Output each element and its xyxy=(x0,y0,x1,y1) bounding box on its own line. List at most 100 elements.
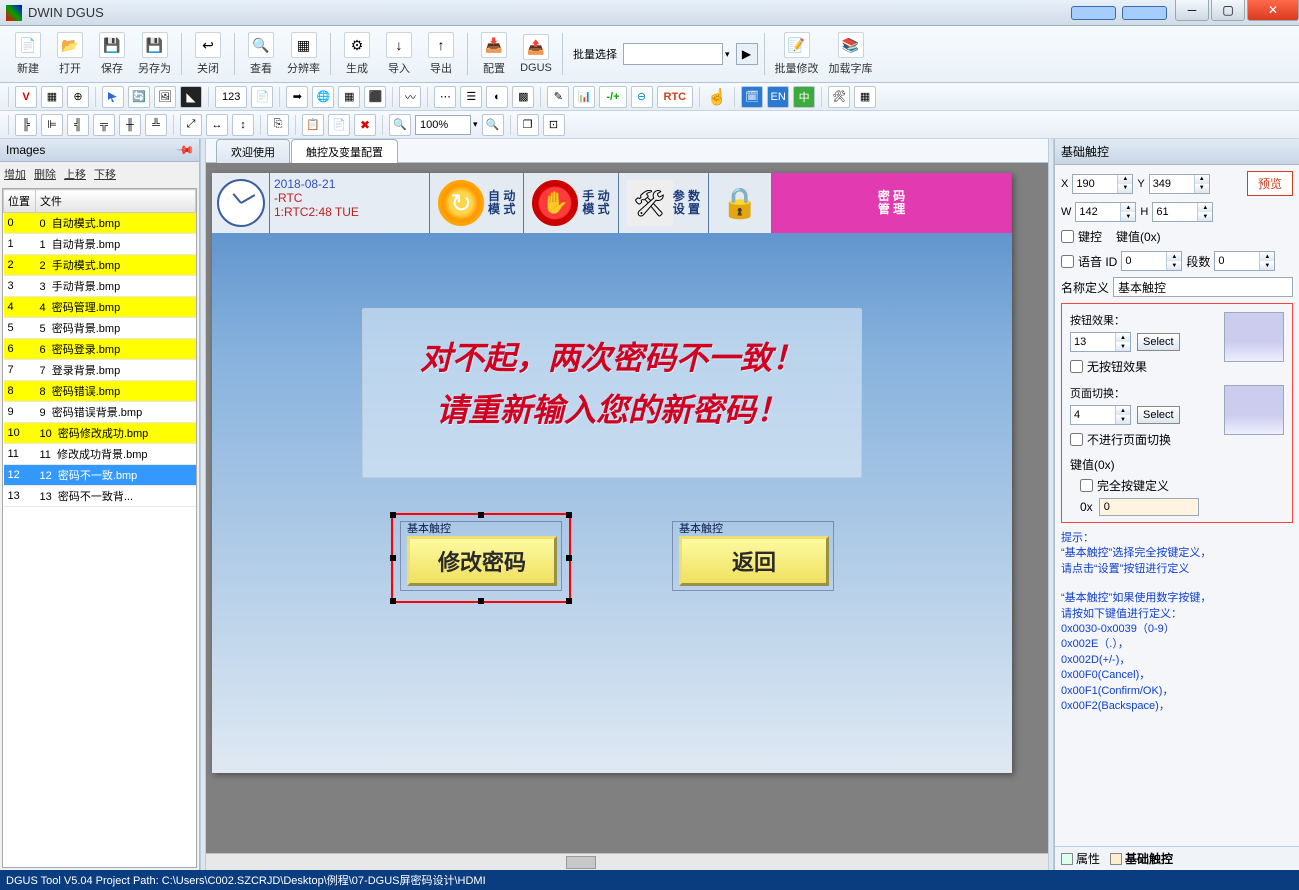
align-icon[interactable]: ╦ xyxy=(93,114,115,136)
col-file[interactable]: 文件 xyxy=(36,190,196,213)
table-row[interactable]: 11 自动背景.bmp xyxy=(4,234,196,255)
delete-icon[interactable]: ✖ xyxy=(354,114,376,136)
imgbtn-增加[interactable]: 增加 xyxy=(4,166,26,182)
images-table[interactable]: 位置 文件 00 自动模式.bmp11 自动背景.bmp22 手动模式.bmp3… xyxy=(2,188,197,868)
align-icon[interactable]: ╩ xyxy=(145,114,167,136)
full-key-checkbox[interactable]: 完全按键定义 xyxy=(1080,477,1284,494)
tool-list-icon[interactable]: ☰ xyxy=(460,86,482,108)
tool-icon[interactable]: ⬛ xyxy=(364,86,386,108)
close-button[interactable]: ✕ xyxy=(1247,0,1299,21)
h-input[interactable]: ▲▼ xyxy=(1152,202,1213,222)
tool-edit-icon[interactable]: ✎ xyxy=(547,86,569,108)
table-row[interactable]: 1313 密码不一致背... xyxy=(4,486,196,507)
ribbon-新建[interactable]: 📄新建 xyxy=(8,30,48,78)
seg-input[interactable]: ▲▼ xyxy=(1214,251,1275,271)
tab-config[interactable]: 触控及变量配置 xyxy=(291,139,398,163)
ribbon-生成[interactable]: ⚙生成 xyxy=(337,30,377,78)
tool-123-icon[interactable]: 123 xyxy=(215,86,247,108)
table-row[interactable]: 1111 修改成功背景.bmp xyxy=(4,444,196,465)
table-row[interactable]: 33 手动背景.bmp xyxy=(4,276,196,297)
btn-effect-input[interactable]: ▲▼ xyxy=(1070,332,1131,352)
ribbon-打开[interactable]: 📂打开 xyxy=(50,30,90,78)
align-icon[interactable]: ╫ xyxy=(119,114,141,136)
touch-region-2[interactable]: 基本触控 返回 xyxy=(672,521,834,591)
ribbon-DGUS[interactable]: 📤DGUS xyxy=(516,32,556,76)
btn-modify-password[interactable]: 修改密码 xyxy=(407,536,557,586)
window-icon[interactable]: ❐ xyxy=(517,114,539,136)
touch-region-1[interactable]: 基本触控 修改密码 xyxy=(400,521,562,591)
voice-checkbox[interactable]: 语音 ID xyxy=(1061,253,1117,270)
tool-icon[interactable]: ➡ xyxy=(286,86,308,108)
tab-basic-touch[interactable]: 基础触控 xyxy=(1110,850,1173,867)
paste-icon[interactable]: 📄 xyxy=(328,114,350,136)
tool-icon[interactable]: ▦ xyxy=(41,86,63,108)
select-button[interactable]: Select xyxy=(1137,333,1180,351)
tool-rtc-icon[interactable]: RTC xyxy=(657,86,694,108)
tool-icon[interactable]: ⊕ xyxy=(67,86,89,108)
col-pos[interactable]: 位置 xyxy=(4,190,36,213)
batch-go[interactable]: ▶ xyxy=(736,43,758,65)
align-icon[interactable]: ⊫ xyxy=(41,114,63,136)
ox-input[interactable] xyxy=(1099,498,1199,516)
table-row[interactable]: 44 密码管理.bmp xyxy=(4,297,196,318)
btn-return[interactable]: 返回 xyxy=(679,536,829,586)
keyctrl-checkbox[interactable]: 键控 xyxy=(1061,228,1102,245)
table-row[interactable]: 1010 密码修改成功.bmp xyxy=(4,423,196,444)
align-icon[interactable]: ╣ xyxy=(67,114,89,136)
tool-cursor-icon[interactable] xyxy=(102,86,124,108)
batch-select[interactable] xyxy=(623,43,723,65)
tool-settings-icon[interactable]: 🛠 xyxy=(828,86,850,108)
align-icon[interactable]: ↕ xyxy=(232,114,254,136)
w-input[interactable]: ▲▼ xyxy=(1075,202,1136,222)
tool-cn-icon[interactable]: 中 xyxy=(793,86,815,108)
ribbon-查看[interactable]: 🔍查看 xyxy=(241,30,281,78)
tool-icon[interactable]: ◣ xyxy=(180,86,202,108)
tool-icon[interactable]: 🌐 xyxy=(312,86,334,108)
table-row[interactable]: 99 密码错误背景.bmp xyxy=(4,402,196,423)
zoom-in-icon[interactable]: 🔍 xyxy=(482,114,504,136)
imgbtn-上移[interactable]: 上移 xyxy=(64,166,86,182)
no-page-switch-checkbox[interactable]: 不进行页面切换 xyxy=(1070,431,1218,448)
ribbon-关闭[interactable]: ↩关闭 xyxy=(188,30,228,78)
zoom-select[interactable] xyxy=(415,115,471,135)
table-row[interactable]: 66 密码登录.bmp xyxy=(4,339,196,360)
preview-button[interactable]: 预览 xyxy=(1247,171,1293,196)
canvas-scrollbar[interactable] xyxy=(206,853,1048,870)
tool-icon[interactable]: 🔄 xyxy=(128,86,150,108)
tool-icon[interactable]: 〰 xyxy=(399,86,421,108)
tab-welcome[interactable]: 欢迎使用 xyxy=(216,139,290,163)
tool-plusminus-icon[interactable]: -/+ xyxy=(599,86,626,108)
design-canvas[interactable]: 2018-08-21 -RTC 1:RTC2:48 TUE 自 动模 式 手 动… xyxy=(212,173,1012,773)
table-row[interactable]: 1212 密码不一致.bmp xyxy=(4,465,196,486)
table-row[interactable]: 88 密码错误.bmp xyxy=(4,381,196,402)
table-row[interactable]: 22 手动模式.bmp xyxy=(4,255,196,276)
tool-en-icon[interactable]: EN xyxy=(767,86,789,108)
hand-cursor-icon[interactable]: ☝ xyxy=(706,86,728,108)
page-switch-input[interactable]: ▲▼ xyxy=(1070,405,1131,425)
ribbon-导出[interactable]: ↑导出 xyxy=(421,30,461,78)
tool-icon[interactable]: ◐ xyxy=(486,86,508,108)
tool-icon[interactable]: ▦ xyxy=(854,86,876,108)
imgbtn-删除[interactable]: 删除 xyxy=(34,166,56,182)
table-row[interactable]: 55 密码背景.bmp xyxy=(4,318,196,339)
table-row[interactable]: 77 登录背景.bmp xyxy=(4,360,196,381)
ribbon-分辨率[interactable]: ▦分辨率 xyxy=(283,30,324,78)
ribbon-另存为[interactable]: 💾另存为 xyxy=(134,30,175,78)
minimize-button[interactable]: ─ xyxy=(1175,0,1209,21)
copy-icon[interactable]: 📋 xyxy=(302,114,324,136)
pin-icon[interactable]: 📌 xyxy=(175,140,195,160)
copy-icon[interactable]: ⎘ xyxy=(267,114,289,136)
maximize-button[interactable]: ▢ xyxy=(1211,0,1245,21)
tool-icon[interactable]: 🗓 xyxy=(741,86,763,108)
tool-qr-icon[interactable]: ▩ xyxy=(512,86,534,108)
ribbon-加载字库[interactable]: 📚加载字库 xyxy=(825,30,877,78)
tool-v-icon[interactable]: V xyxy=(15,86,37,108)
no-btn-effect-checkbox[interactable]: 无按钮效果 xyxy=(1070,358,1218,375)
align-icon[interactable]: ↔ xyxy=(206,114,228,136)
table-row[interactable]: 00 自动模式.bmp xyxy=(4,213,196,234)
tab-attributes[interactable]: 属性 xyxy=(1061,850,1100,867)
zoom-out-icon[interactable]: 🔍 xyxy=(389,114,411,136)
ribbon-保存[interactable]: 💾保存 xyxy=(92,30,132,78)
ribbon-批量修改[interactable]: 📝批量修改 xyxy=(771,30,823,78)
ribbon-导入[interactable]: ↓导入 xyxy=(379,30,419,78)
